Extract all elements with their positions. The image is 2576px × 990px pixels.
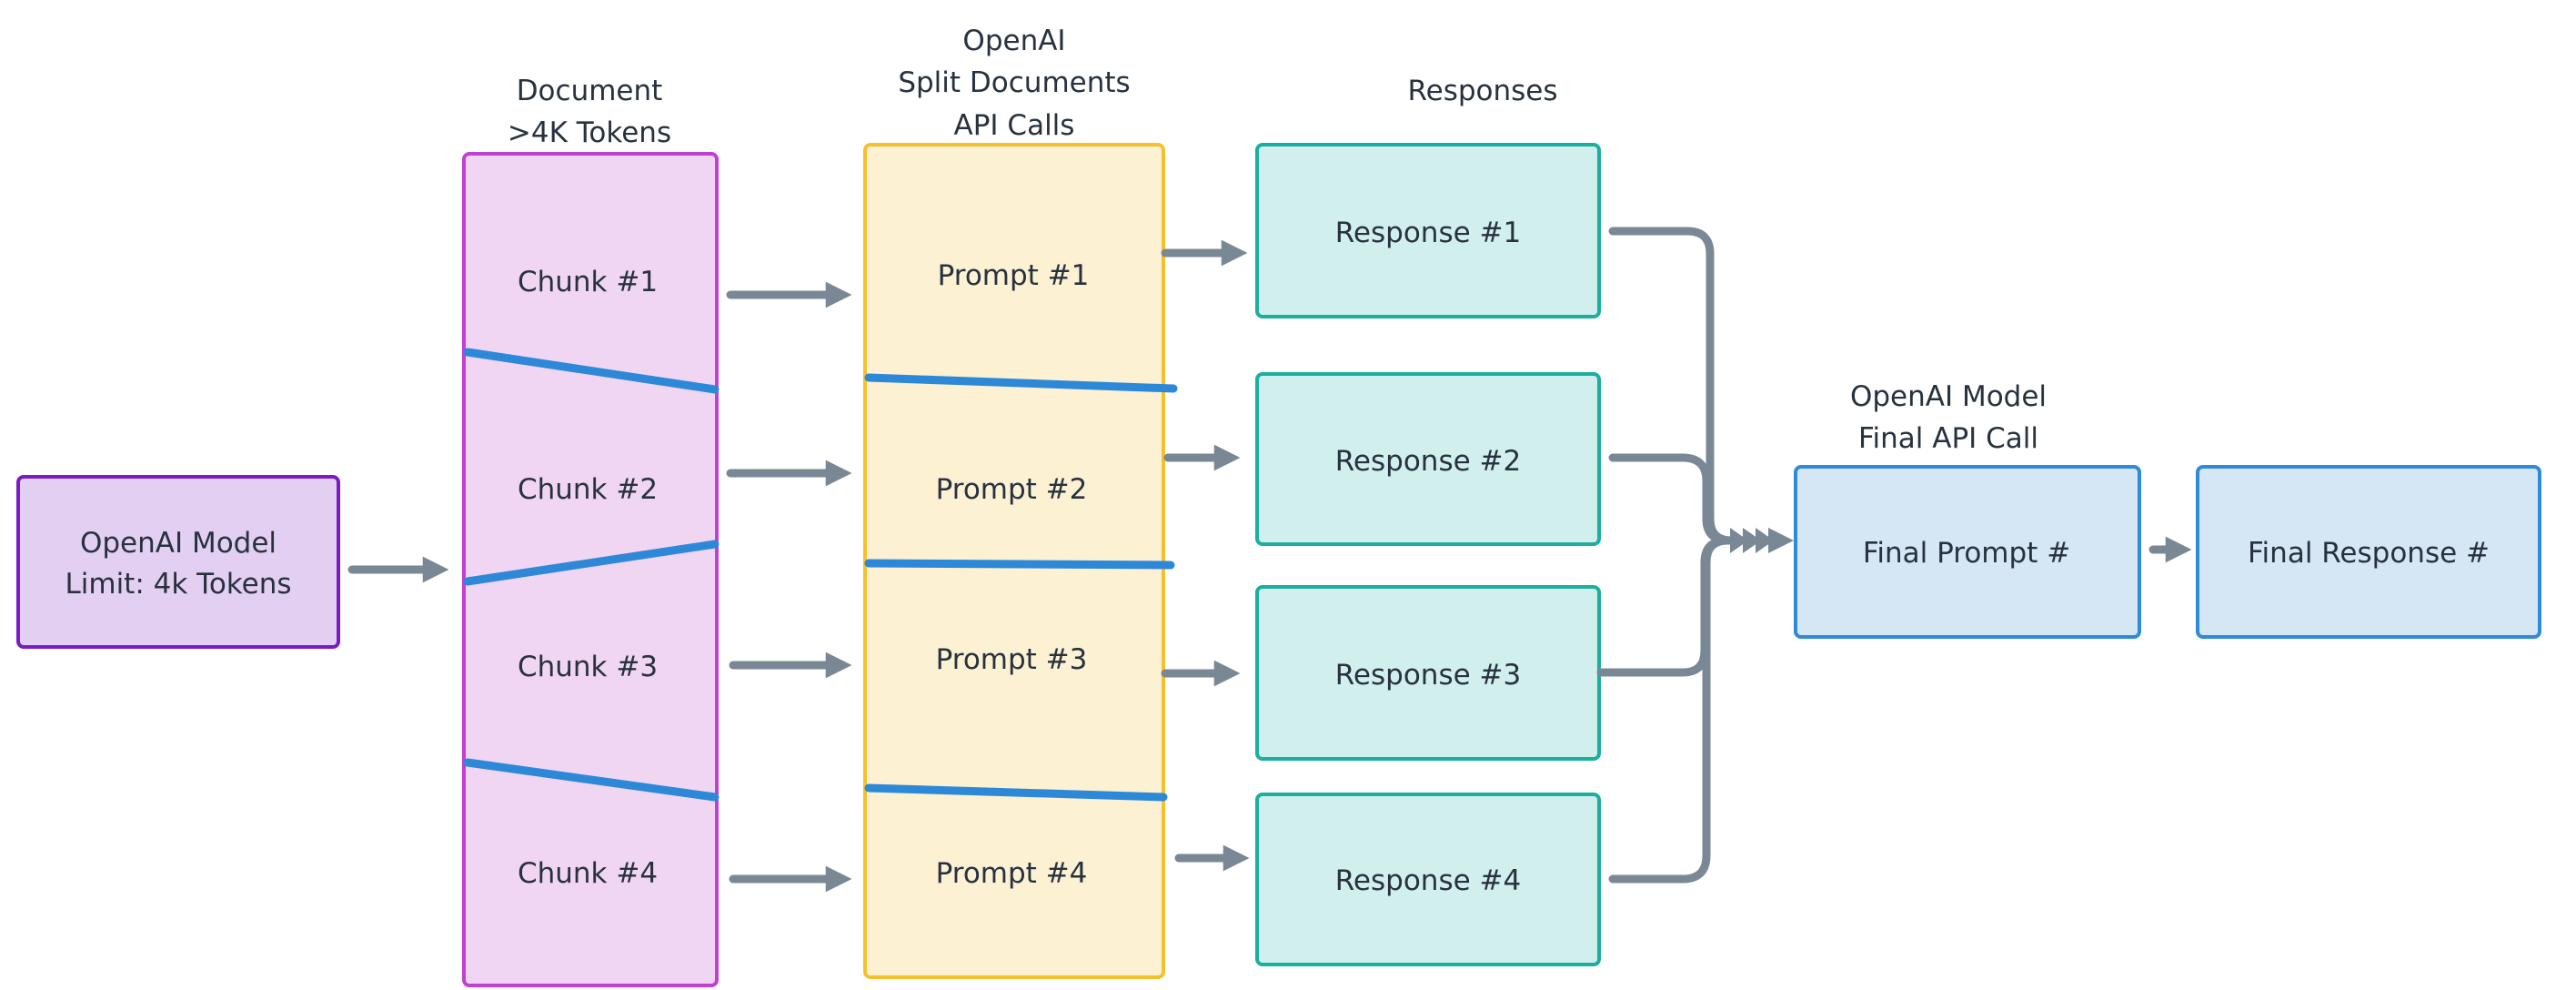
connector-response3-to-final — [1596, 536, 1778, 677]
final-response-node[interactable]: Final Response # — [2196, 465, 2541, 639]
connector-response4-to-final — [1608, 536, 1778, 884]
prompt-3-label: Prompt #3 — [936, 643, 1088, 676]
model-label-line2: Limit: 4k Tokens — [65, 568, 291, 601]
response-1-label: Response #1 — [1335, 217, 1521, 249]
split-line-prompt-2-3 — [864, 559, 1175, 570]
chunk-1-label: Chunk #1 — [518, 266, 658, 298]
connector-response2-to-final — [1608, 453, 1778, 545]
diagram-canvas: OpenAI Model Limit: 4k Tokens Document >… — [16, 25, 2541, 987]
prompts-header-line1: OpenAI — [962, 25, 1065, 57]
final-header-line1: OpenAI Model — [1850, 380, 2047, 413]
response-4-label: Response #4 — [1335, 864, 1521, 897]
model-limit-node[interactable]: OpenAI Model Limit: 4k Tokens — [16, 475, 340, 649]
response-2-node[interactable]: Response #2 — [1255, 372, 1601, 546]
response-1-node[interactable]: Response #1 — [1255, 143, 1601, 318]
response-4-node[interactable]: Response #4 — [1255, 793, 1601, 966]
prompt-2-label: Prompt #2 — [936, 473, 1088, 506]
merge-arrowheads-icon — [1730, 528, 1794, 553]
chunk-2-label: Chunk #2 — [518, 473, 658, 506]
final-prompt-node[interactable]: Final Prompt # — [1794, 465, 2141, 639]
prompts-header-line2: Split Documents — [898, 66, 1130, 99]
response-3-label: Response #3 — [1335, 659, 1521, 692]
prompts-header-line3: API Calls — [954, 109, 1075, 142]
document-column[interactable]: Chunk #1 Chunk #2 Chunk #3 Chunk #4 — [462, 152, 719, 987]
final-header-line2: Final API Call — [1858, 422, 2038, 455]
final-prompt-label: Final Prompt # — [1863, 537, 2070, 570]
model-label-line1: OpenAI Model — [80, 527, 277, 560]
response-2-label: Response #2 — [1335, 445, 1521, 478]
chunk-3-label: Chunk #3 — [518, 651, 658, 683]
document-header-line1: Document — [517, 75, 663, 107]
responses-header: Responses — [1407, 75, 1557, 107]
chunk-4-label: Chunk #4 — [518, 857, 658, 890]
prompt-1-label: Prompt #1 — [938, 259, 1090, 292]
prompts-column[interactable]: Prompt #1 Prompt #2 Prompt #3 Prompt #4 — [863, 143, 1178, 979]
response-3-node[interactable]: Response #3 — [1255, 585, 1601, 761]
document-header-line2: >4K Tokens — [508, 116, 671, 149]
connector-response1-to-final — [1608, 227, 1778, 545]
final-response-label: Final Response # — [2248, 537, 2490, 570]
prompt-4-label: Prompt #4 — [936, 857, 1088, 890]
